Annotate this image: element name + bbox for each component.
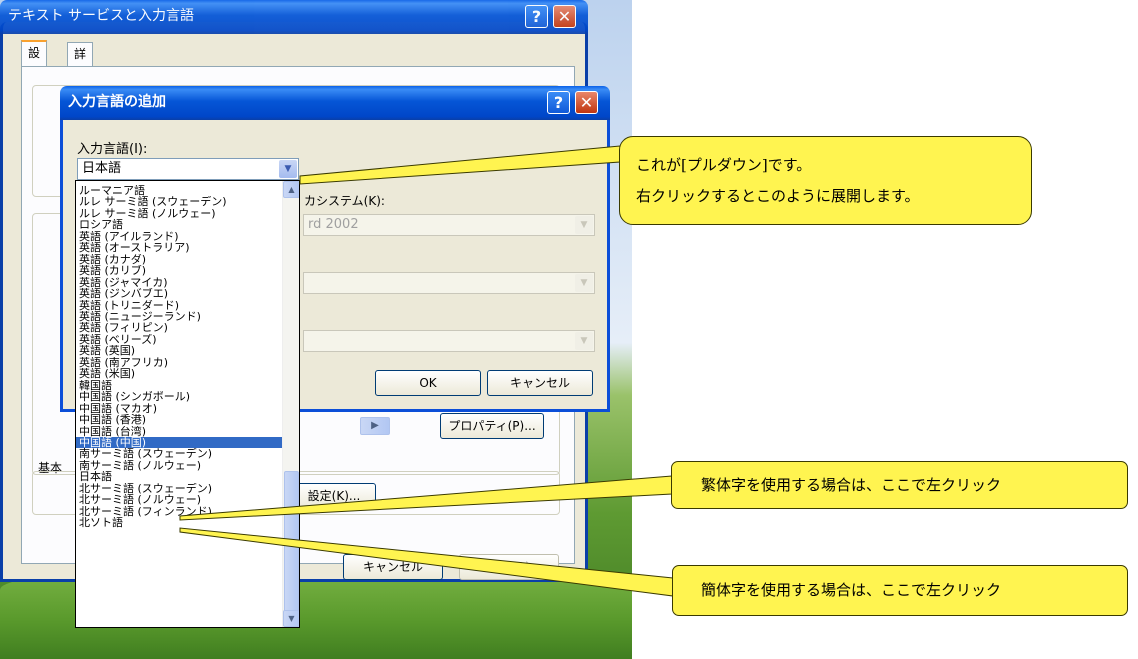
apply-button[interactable]: 適用(A) [459, 554, 559, 580]
dropdown-scroll-thumb[interactable] [284, 471, 299, 621]
input-language-select[interactable]: 日本語 ▼ [77, 158, 299, 180]
dialog-title: 入力言語の追加 [68, 94, 166, 110]
tab-settings[interactable]: 設定 [21, 40, 48, 82]
dropdown-item[interactable]: 英語 (アイルランド) [76, 231, 283, 242]
dropdown-item[interactable]: 中国語 (シンガポール) [76, 391, 283, 402]
dropdown-item[interactable]: 北サーミ語 (ノルウェー) [76, 494, 283, 505]
scroll-up-icon[interactable]: ▲ [283, 181, 299, 198]
dropdown-item[interactable]: ルーマニア語 [76, 185, 283, 196]
dropdown-items: ルーマニア語 ルレ サーミ語 (スウェーデン) ルレ サーミ語 (ノルウェー) ロシア… [76, 185, 283, 529]
keyboard-layout-value: rd 2002 [308, 217, 359, 232]
scroll-down-icon[interactable]: ▼ [283, 610, 299, 627]
dropdown-item[interactable]: 英語 (ジャマイカ) [76, 277, 283, 288]
input-language-label: 入力言語(I): [77, 142, 148, 157]
ok-button[interactable]: OK [375, 370, 481, 396]
dropdown-item[interactable]: 南サーミ語 (ノルウェー) [76, 460, 283, 471]
chevron-down-icon[interactable]: ▼ [575, 332, 593, 350]
dropdown-item[interactable]: 中国語 (香港) [76, 414, 283, 425]
dropdown-item[interactable]: 中国語 (中国) [76, 436, 283, 449]
callout-dropdown-explanation: これが[プルダウン]です。 右クリックするとこのように展開します。 [619, 136, 1032, 225]
keyboard-layout-label: カシステム(K): [304, 194, 385, 208]
parent-title-bar[interactable]: テキスト サービスと入力言語 ? ✕ [0, 0, 588, 34]
close-icon[interactable]: ✕ [553, 5, 576, 28]
dropdown-item[interactable]: 英語 (ニュージーランド) [76, 311, 283, 322]
dropdown-item[interactable]: 英語 (ジンバブエ) [76, 288, 283, 299]
dropdown-item[interactable]: 英語 (ベリーズ) [76, 334, 283, 345]
dropdown-item[interactable]: 英語 (カナダ) [76, 254, 283, 265]
language-dropdown-list[interactable]: ルーマニア語 ルレ サーミ語 (スウェーデン) ルレ サーミ語 (ノルウェー) ロシア… [75, 180, 300, 628]
dropdown-item[interactable]: 韓国語 [76, 380, 283, 391]
callout-simplified-chinese: 簡体字を使用する場合は、ここで左クリック [672, 565, 1128, 616]
tab-advanced-settings[interactable]: 詳細設定 [67, 42, 94, 127]
keyboard-layout-select[interactable]: rd 2002 ▼ [303, 214, 595, 236]
input-language-value: 日本語 [82, 161, 122, 176]
dropdown-item[interactable]: 北サーミ語 (フィンランド) [76, 506, 283, 517]
help-icon[interactable]: ? [547, 91, 570, 114]
callout-dropdown-line1: これが[プルダウン]です。 [636, 156, 812, 174]
help-icon[interactable]: ? [525, 5, 548, 28]
parent-window-title: テキスト サービスと入力言語 [8, 8, 195, 24]
key-settings-button[interactable]: 設定(K)... [292, 483, 376, 509]
dropdown-item[interactable]: 北サーミ語 (スウェーデン) [76, 483, 283, 494]
dropdown-item[interactable]: 英語 (南アフリカ) [76, 357, 283, 368]
callout-traditional-chinese: 繁体字を使用する場合は、ここで左クリック [671, 461, 1128, 509]
dropdown-item[interactable]: 英語 (英国) [76, 345, 283, 356]
dialog-cancel-button[interactable]: キャンセル [487, 370, 593, 396]
chevron-down-icon[interactable]: ▼ [279, 160, 297, 178]
dropdown-item[interactable]: ルレ サーミ語 (ノルウェー) [76, 208, 283, 219]
dropdown-scrollbar[interactable]: ▲ ▼ [282, 181, 299, 627]
cancel-button[interactable]: キャンセル [343, 554, 443, 580]
dropdown-item[interactable]: 英語 (トリニダード) [76, 300, 283, 311]
dropdown-item[interactable]: 英語 (米国) [76, 368, 283, 379]
ime-select[interactable]: ▼ [303, 272, 595, 294]
dropdown-item[interactable]: ロシア語 [76, 219, 283, 230]
dropdown-item[interactable]: 中国語 (マカオ) [76, 403, 283, 414]
close-icon[interactable]: ✕ [575, 91, 598, 114]
dropdown-item[interactable]: 英語 (オーストラリア) [76, 242, 283, 253]
dropdown-item[interactable]: 英語 (カリブ) [76, 265, 283, 276]
dialog-title-bar[interactable]: 入力言語の追加 ? ✕ [60, 86, 610, 120]
dropdown-item[interactable]: 中国語 (台湾) [76, 426, 283, 437]
dropdown-item[interactable]: 英語 (フィリピン) [76, 322, 283, 333]
dropdown-item[interactable]: 南サーミ語 (スウェーデン) [76, 448, 283, 459]
dropdown-item[interactable]: 日本語 [76, 471, 283, 482]
scroll-right-icon[interactable]: ▶ [360, 417, 390, 435]
dropdown-item[interactable]: ルレ サーミ語 (スウェーデン) [76, 196, 283, 207]
dropdown-item[interactable]: 北ソト語 [76, 517, 283, 528]
callout-dropdown-line2: 右クリックするとこのように展開します。 [636, 187, 920, 205]
properties-button[interactable]: プロパティ(P)... [440, 413, 544, 439]
chevron-down-icon[interactable]: ▼ [575, 274, 593, 292]
chevron-down-icon[interactable]: ▼ [575, 216, 593, 234]
speech-select[interactable]: ▼ [303, 330, 595, 352]
